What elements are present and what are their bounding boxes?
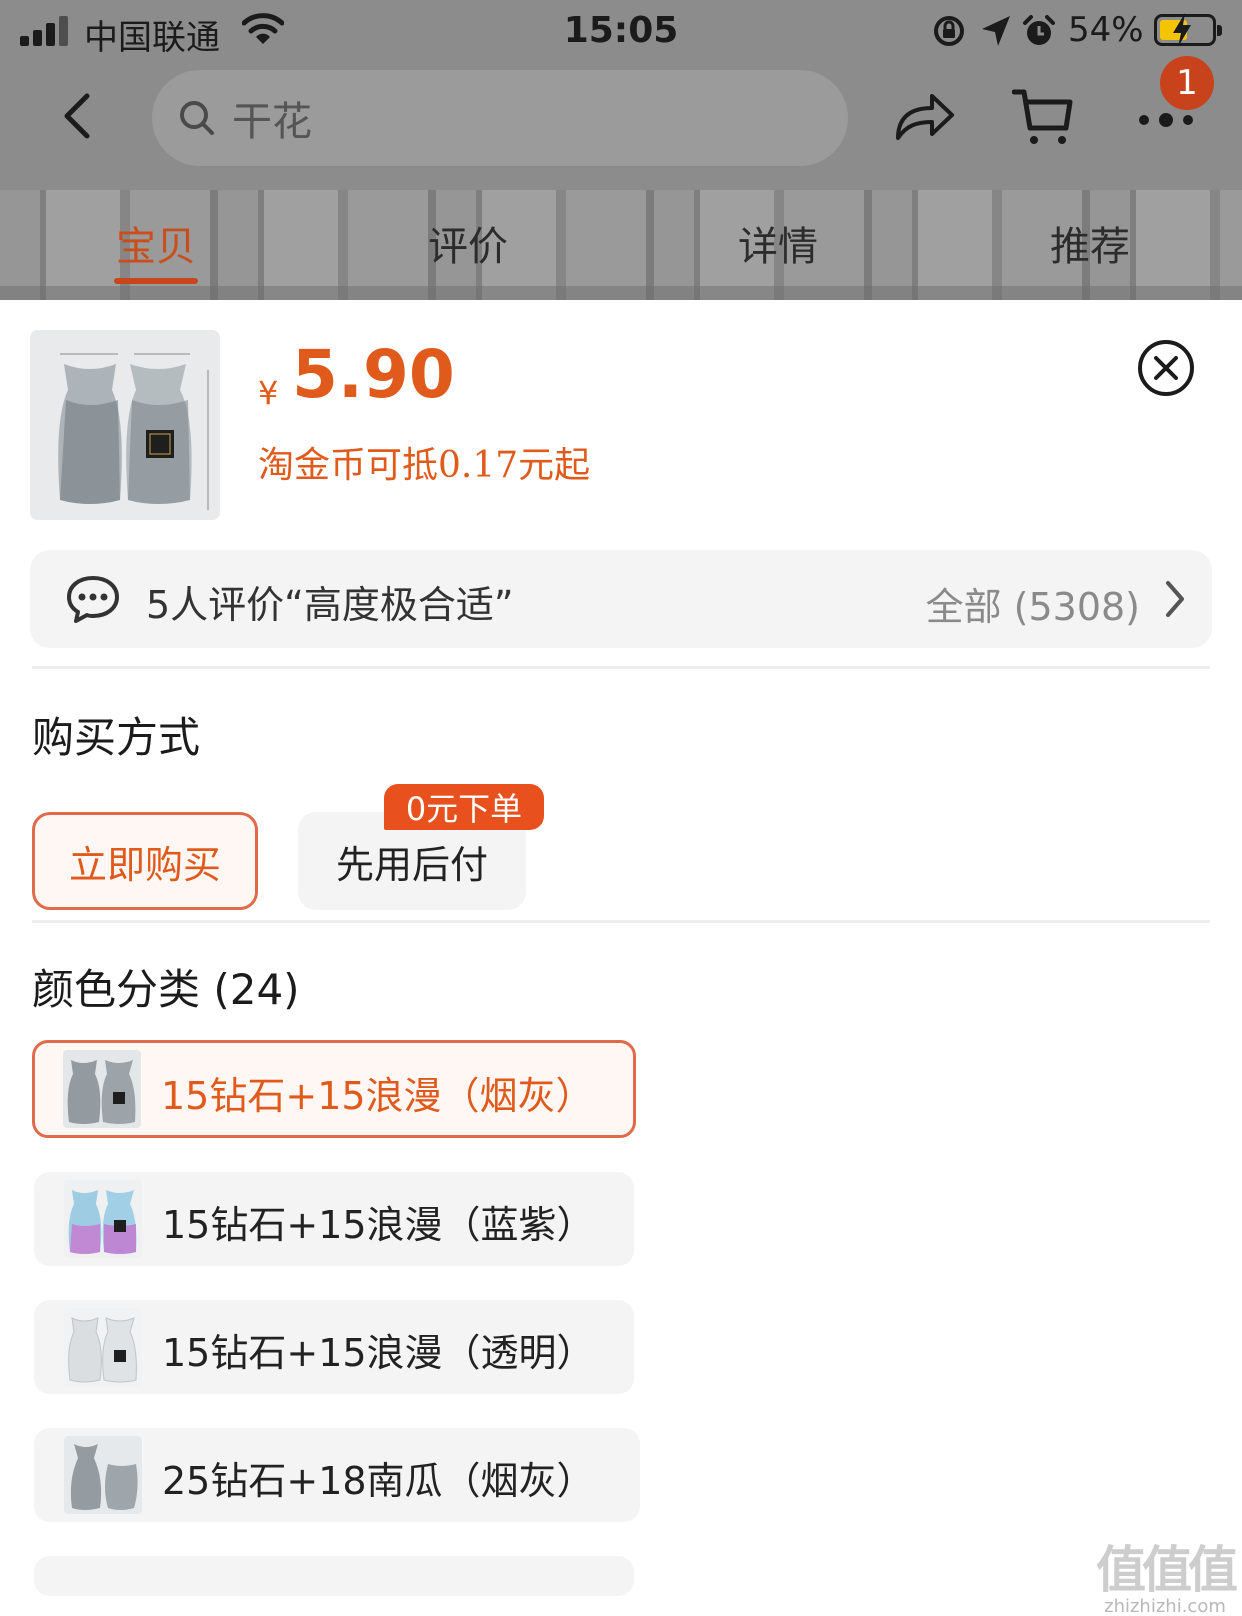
battery-icon [1154,13,1222,47]
battery-percentage: 54% [1068,10,1144,50]
color-category-title: 颜色分类 (24) [32,965,300,1014]
active-tab-indicator [114,278,198,284]
zero-yuan-order-tag: 0元下单 [384,784,544,830]
product-price: 5.90 [292,336,455,413]
vase-image [30,330,220,520]
tab-baby[interactable]: 宝贝 [96,214,216,272]
product-tabs: 宝贝 评价 详情 推荐 [0,208,1242,288]
product-thumbnail[interactable] [30,330,220,520]
top-nav: 干花 [0,66,1242,166]
product-page-header-dimmed: 中国联通 15:05 54% 干花 1 宝贝 评价 详情 推荐 [0,0,1242,300]
back-button[interactable] [50,90,102,142]
cart-icon[interactable] [1012,88,1074,148]
divider [32,920,1210,923]
share-icon[interactable] [894,92,956,142]
alarm-icon [1023,15,1055,45]
search-query: 干花 [232,99,312,145]
color-option[interactable]: 25钻石+18南瓜（烟灰） [34,1428,640,1522]
divider [32,666,1210,669]
color-option-label: 15钻石+15浪漫（蓝紫） [162,1203,595,1247]
review-highlight: 5人评价“高度极合适” [146,583,514,627]
sku-selection-sheet: ¥ 5.90 淘金币可抵0.17元起 5人评价“高度极合适” 全部 (5308)… [0,300,1242,1616]
currency-symbol: ¥ [258,374,279,412]
color-option-thumbnail [64,1436,142,1514]
more-options-icon[interactable] [1136,110,1196,130]
chevron-left-icon [64,93,90,139]
rotation-lock-icon [934,16,964,46]
close-icon [1154,356,1178,380]
cart-badge: 1 [1160,56,1214,110]
purchase-method-title: 购买方式 [32,713,201,762]
all-reviews-link[interactable]: 全部 (5308) [926,576,1140,631]
color-option-thumbnail [63,1050,141,1128]
color-option-partial[interactable] [34,1556,634,1596]
chat-bubble-icon [67,576,119,623]
chevron-right-icon [1166,581,1184,617]
color-option[interactable]: 15钻石+15浪漫（透明） [34,1300,634,1394]
color-option-label: 15钻石+15浪漫（透明） [162,1331,595,1375]
location-arrow-icon [982,16,1010,46]
color-option[interactable]: 15钻石+15浪漫（蓝紫） [34,1172,634,1266]
site-watermark: 值值值 zhizhizhi.com [1090,1530,1240,1616]
search-icon [180,101,214,135]
search-bar[interactable]: 干花 [152,70,848,166]
color-option-label: 25钻石+18南瓜（烟灰） [162,1459,595,1503]
close-button[interactable] [1138,340,1194,396]
color-option-label: 15钻石+15浪漫（烟灰） [161,1074,594,1118]
color-option-thumbnail [64,1180,142,1258]
review-summary-bar[interactable]: 5人评价“高度极合适” 全部 (5308) [30,550,1212,648]
buy-now-option[interactable]: 立即购买 [32,812,258,910]
color-option-thumbnail [64,1308,142,1386]
watermark-logo: 值值值 [1096,1541,1238,1599]
tab-details[interactable]: 详情 [718,214,838,272]
tab-recommend[interactable]: 推荐 [1030,214,1150,272]
coin-deduction-text: 淘金币可抵0.17元起 [258,445,591,486]
color-option[interactable]: 15钻石+15浪漫（烟灰） [32,1040,636,1138]
tab-reviews[interactable]: 评价 [408,214,528,272]
status-bar: 中国联通 15:05 54% [0,0,1242,64]
